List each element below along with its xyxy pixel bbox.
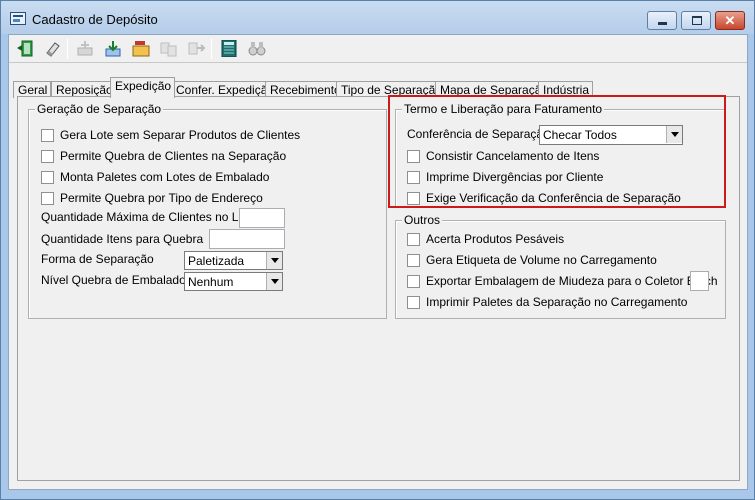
qtd-max-clientes-input[interactable] (239, 208, 285, 228)
exportar-embalagem-checkbox[interactable]: Exportar Embalagem de Miudeza para o Col… (407, 274, 718, 290)
checkbox-box[interactable] (407, 254, 420, 267)
maximize-icon (692, 16, 702, 25)
checkbox-label: Imprime Divergências por Cliente (426, 170, 604, 184)
save-button[interactable] (101, 37, 125, 60)
checkbox-label: Permite Quebra de Clientes na Separação (60, 149, 287, 163)
open-folder-button[interactable] (129, 37, 153, 60)
binoculars-icon (248, 42, 266, 56)
title-bar[interactable]: Cadastro de Depósito ✕ (1, 1, 754, 34)
checkbox-box[interactable] (407, 192, 420, 205)
tab-expedicao[interactable]: Expedição (110, 77, 176, 98)
outros-group: Outros Acerta Produtos Pesáveis Gera Eti… (395, 213, 726, 319)
checkbox-label: Exige Verificação da Conferência de Sepa… (426, 191, 681, 205)
client-area: Geral Reposição Expedição Confer. Expedi… (8, 34, 748, 490)
termo-group: Termo e Liberação para Faturamento Confe… (395, 102, 726, 207)
checkbox-label: Exportar Embalagem de Miudeza para o Col… (426, 274, 718, 288)
checkbox-box[interactable] (407, 150, 420, 163)
exige-verificacao-checkbox[interactable]: Exige Verificação da Conferência de Sepa… (407, 191, 707, 207)
app-window: Cadastro de Depósito ✕ Geral Reposição E… (0, 0, 755, 500)
tab-strip: Geral Reposição Expedição Confer. Expedi… (9, 77, 747, 98)
toolbar-separator (211, 38, 212, 59)
permite-quebra-endereco-checkbox[interactable]: Permite Quebra por Tipo de Endereço (41, 191, 361, 207)
conferencia-separacao-value: Checar Todos (543, 128, 617, 142)
close-icon: ✕ (724, 13, 736, 28)
checkbox-box[interactable] (41, 192, 54, 205)
checkbox-box[interactable] (41, 150, 54, 163)
minimize-button[interactable] (647, 11, 677, 30)
conferencia-separacao-select[interactable]: Checar Todos (539, 125, 683, 145)
new-record-button[interactable] (73, 37, 97, 60)
nivel-quebra-value: Nenhum (188, 275, 234, 289)
calculator-icon (221, 40, 237, 57)
nivel-quebra-label: Nível Quebra de Embalados (41, 273, 192, 287)
geracao-legend: Geração de Separação (35, 102, 164, 116)
checkbox-label: Imprimir Paletes da Separação no Carrega… (426, 295, 688, 309)
checkbox-label: Gera Lote sem Separar Produtos de Client… (60, 128, 301, 142)
move-button[interactable] (185, 37, 209, 60)
checkbox-box[interactable] (407, 233, 420, 246)
eraser-button[interactable] (41, 37, 65, 60)
checkbox-label: Permite Quebra por Tipo de Endereço (60, 191, 263, 205)
toolbar-separator (67, 38, 68, 59)
checkbox-box[interactable] (41, 129, 54, 142)
minimize-icon (658, 22, 667, 25)
checkbox-box[interactable] (407, 296, 420, 309)
forma-separacao-select[interactable]: Paletizada (184, 251, 283, 270)
checkbox-box[interactable] (407, 275, 420, 288)
termo-legend: Termo e Liberação para Faturamento (402, 102, 605, 116)
forma-separacao-label: Forma de Separação (41, 252, 154, 266)
chevron-down-icon[interactable] (266, 252, 282, 269)
checkbox-label: Gera Etiqueta de Volume no Carregamento (426, 253, 657, 267)
gera-etiqueta-volume-checkbox[interactable]: Gera Etiqueta de Volume no Carregamento (407, 253, 707, 269)
eraser-icon (46, 42, 60, 57)
checkbox-label: Consistir Cancelamento de Itens (426, 149, 600, 163)
chevron-down-icon[interactable] (266, 273, 282, 290)
nivel-quebra-select[interactable]: Nenhum (184, 272, 283, 291)
coletor-batch-input[interactable] (690, 271, 709, 291)
open-folder-icon (132, 41, 150, 57)
checkbox-label: Acerta Produtos Pesáveis (426, 232, 565, 246)
forma-separacao-value: Paletizada (188, 254, 245, 268)
chevron-down-icon[interactable] (666, 126, 682, 143)
monta-paletes-checkbox[interactable]: Monta Paletes com Lotes de Embalado (41, 170, 361, 186)
qtd-itens-quebra-label: Quantidade Itens para Quebra (41, 232, 204, 246)
consistir-cancelamento-checkbox[interactable]: Consistir Cancelamento de Itens (407, 149, 707, 165)
maximize-button[interactable] (681, 11, 711, 30)
qtd-max-clientes-label: Quantidade Máxima de Clientes no Lote (41, 210, 256, 224)
save-icon (105, 41, 121, 57)
calculator-button[interactable] (217, 37, 241, 60)
qtd-itens-quebra-input[interactable] (209, 229, 285, 249)
toolbar (9, 35, 747, 63)
checkbox-box[interactable] (41, 171, 54, 184)
new-record-icon (77, 41, 93, 56)
imprime-divergencias-checkbox[interactable]: Imprime Divergências por Cliente (407, 170, 707, 186)
window-title: Cadastro de Depósito (32, 12, 158, 27)
imprimir-paletes-checkbox[interactable]: Imprimir Paletes da Separação no Carrega… (407, 295, 707, 311)
acerta-pesaveis-checkbox[interactable]: Acerta Produtos Pesáveis (407, 232, 707, 248)
close-button[interactable]: ✕ (715, 11, 745, 30)
copy-icon (160, 42, 177, 57)
conferencia-separacao-label: Conferência de Separação (407, 127, 550, 141)
copy-button[interactable] (157, 37, 181, 60)
tab-panel-expedicao: Geração de Separação Gera Lote sem Separ… (17, 96, 740, 481)
app-icon (10, 12, 26, 25)
checkbox-label: Monta Paletes com Lotes de Embalado (60, 170, 270, 184)
outros-legend: Outros (402, 213, 443, 227)
gera-lote-checkbox[interactable]: Gera Lote sem Separar Produtos de Client… (41, 128, 361, 144)
binoculars-button[interactable] (245, 37, 269, 60)
geracao-group: Geração de Separação Gera Lote sem Separ… (28, 102, 387, 319)
checkbox-box[interactable] (407, 171, 420, 184)
exit-button[interactable] (13, 37, 37, 60)
permite-quebra-clientes-checkbox[interactable]: Permite Quebra de Clientes na Separação (41, 149, 361, 165)
exit-icon (17, 40, 33, 57)
move-icon (188, 42, 206, 55)
